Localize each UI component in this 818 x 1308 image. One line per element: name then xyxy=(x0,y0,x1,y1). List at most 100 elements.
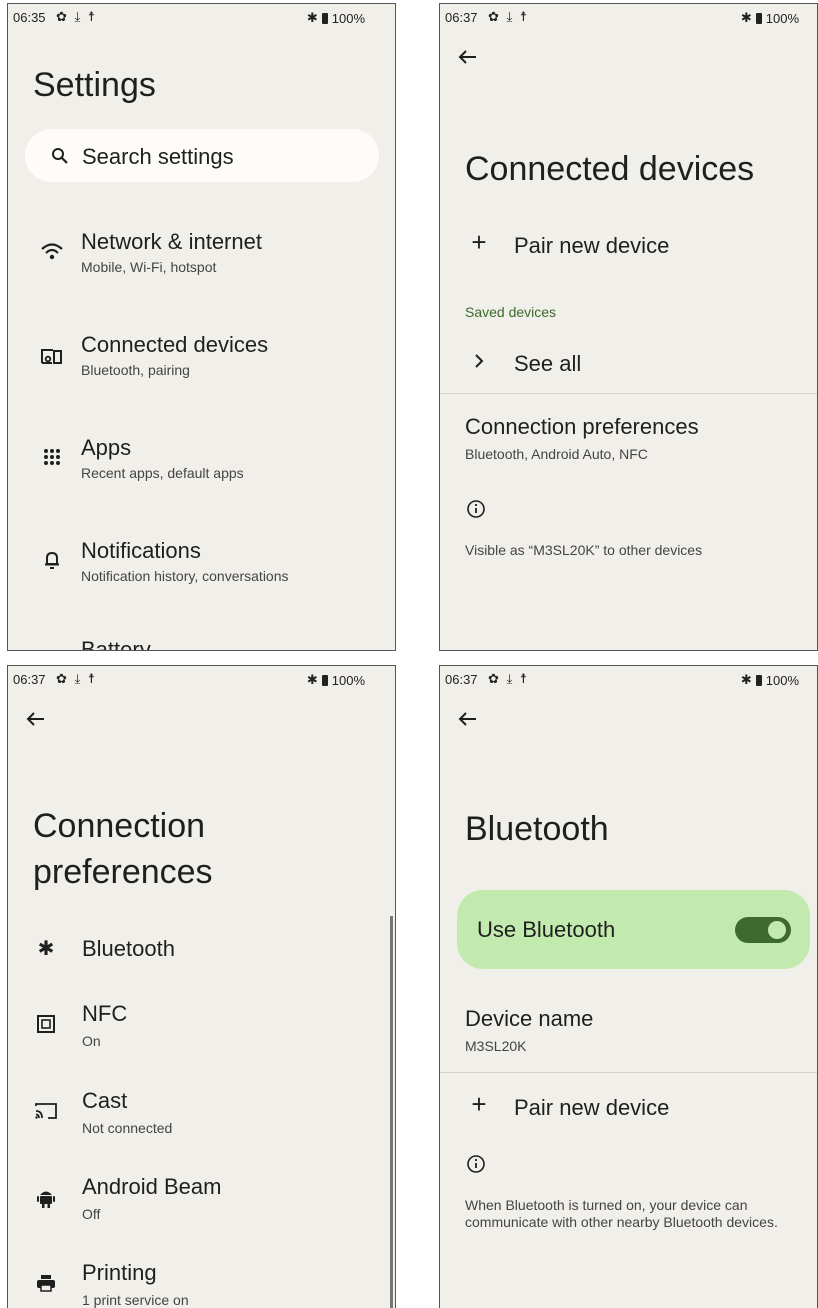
battery-percent: 100% xyxy=(331,10,365,26)
pair-new-device-label: Pair new device xyxy=(514,233,670,258)
status-time: 06:37 xyxy=(13,672,46,687)
bluetooth-status-icon: ✱ xyxy=(740,672,752,687)
visible-as-text: Visible as “M3SL20K” to other devices xyxy=(465,542,703,558)
plus-icon: + xyxy=(471,226,487,257)
search-placeholder: Search settings xyxy=(82,144,234,169)
devices-icon xyxy=(40,344,64,368)
bluetooth-screen: 06:37 ✿ ⤓ ☨ ✱ 100% Bluetooth Use Bluetoo… xyxy=(439,665,818,1308)
status-notification-icons: ✿ ⤓ ☨ xyxy=(56,671,97,686)
search-icon xyxy=(49,145,71,167)
plus-icon: + xyxy=(471,1088,487,1119)
bell-icon xyxy=(40,548,64,572)
battery-icon xyxy=(755,12,762,24)
pref-item-android-beam[interactable]: Android Beam Off xyxy=(8,1172,388,1232)
settings-item-subtitle: Bluetooth, pairing xyxy=(81,362,190,378)
settings-item-subtitle: Mobile, Wi-Fi, hotspot xyxy=(81,259,217,275)
settings-item-title: Apps xyxy=(81,435,132,460)
pref-item-title: Cast xyxy=(82,1088,128,1113)
connection-preferences-row[interactable]: Connection preferences Bluetooth, Androi… xyxy=(440,406,817,468)
status-time: 06:37 xyxy=(445,672,478,687)
settings-item-title: Network & internet xyxy=(81,229,262,254)
status-notification-icons: ✿ ⤓ ☨ xyxy=(488,9,529,24)
see-all-row[interactable]: See all xyxy=(440,337,817,387)
status-time: 06:37 xyxy=(445,10,478,25)
scrollbar[interactable] xyxy=(390,916,393,1308)
bluetooth-icon: ✱ xyxy=(37,937,55,960)
pref-item-title: Bluetooth xyxy=(82,936,175,961)
apps-grid-icon xyxy=(40,445,64,469)
info-icon xyxy=(465,498,487,520)
status-notification-icons: ✿ ⤓ ☨ xyxy=(488,671,529,686)
settings-item-apps[interactable]: Apps Recent apps, default apps xyxy=(8,425,395,495)
divider xyxy=(440,393,817,394)
pref-item-title: Android Beam xyxy=(82,1174,222,1199)
connected-devices-screen: 06:37 ✿ ⤓ ☨ ✱ 100% Connected devices + P… xyxy=(439,3,818,651)
battery-percent: 100% xyxy=(331,672,365,688)
page-title: Bluetooth xyxy=(465,810,609,848)
toggle-knob xyxy=(768,921,786,939)
battery-percent: 100% xyxy=(765,672,799,688)
pref-item-subtitle: 1 print service on xyxy=(82,1292,189,1308)
settings-item-subtitle: Recent apps, default apps xyxy=(81,465,244,481)
status-bar: 06:37 ✿ ⤓ ☨ ✱ 100% xyxy=(8,666,395,694)
status-bar: 06:37 ✿ ⤓ ☨ ✱ 100% xyxy=(440,4,817,32)
page-title-line1: Connection xyxy=(33,807,206,845)
page-title: Connected devices xyxy=(465,150,755,188)
back-arrow-icon[interactable] xyxy=(458,711,480,733)
settings-item-battery[interactable]: Battery xyxy=(81,637,151,650)
pref-item-bluetooth[interactable]: ✱ Bluetooth xyxy=(8,928,388,972)
connection-preferences-title: Connection preferences xyxy=(465,414,699,439)
settings-item-connected-devices[interactable]: Connected devices Bluetooth, pairing xyxy=(8,322,395,392)
bluetooth-status-icon: ✱ xyxy=(740,10,752,25)
pref-item-title: Printing xyxy=(82,1260,157,1285)
settings-item-notifications[interactable]: Notifications Notification history, conv… xyxy=(8,528,395,598)
saved-devices-header: Saved devices xyxy=(465,304,557,320)
pref-item-printing[interactable]: Printing 1 print service on xyxy=(8,1258,388,1308)
pref-item-subtitle: On xyxy=(82,1033,101,1049)
pair-new-device-row[interactable]: + Pair new device xyxy=(440,1081,817,1131)
connection-preferences-screen: 06:37 ✿ ⤓ ☨ ✱ 100% Connection preference… xyxy=(7,665,396,1308)
connection-preferences-subtitle: Bluetooth, Android Auto, NFC xyxy=(465,446,648,462)
status-bar: 06:35 ✿ ⤓ ☨ ✱ 100% xyxy=(8,4,395,32)
see-all-label: See all xyxy=(514,351,582,376)
pref-item-cast[interactable]: Cast Not connected xyxy=(8,1086,388,1146)
status-time: 06:35 xyxy=(13,10,46,25)
device-name-label: Device name xyxy=(465,1006,594,1031)
use-bluetooth-card[interactable]: Use Bluetooth xyxy=(457,890,810,969)
cast-icon xyxy=(34,1100,58,1122)
pref-item-title: NFC xyxy=(82,1001,128,1026)
settings-item-subtitle: Notification history, conversations xyxy=(81,568,289,584)
use-bluetooth-label: Use Bluetooth xyxy=(477,917,616,942)
printer-icon xyxy=(35,1272,57,1294)
bluetooth-info-text: When Bluetooth is turned on, your device… xyxy=(465,1197,778,1230)
settings-item-network[interactable]: Network & internet Mobile, Wi-Fi, hotspo… xyxy=(8,219,395,289)
nfc-icon xyxy=(35,1013,57,1035)
pair-new-device-label: Pair new device xyxy=(514,1095,670,1120)
battery-icon xyxy=(321,674,328,686)
chevron-right-icon xyxy=(470,351,488,371)
info-icon xyxy=(465,1153,487,1175)
back-arrow-icon[interactable] xyxy=(458,49,480,71)
pair-new-device-row[interactable]: + Pair new device xyxy=(440,219,817,269)
pref-item-nfc[interactable]: NFC On xyxy=(8,999,388,1059)
page-title-line2: preferences xyxy=(33,853,213,891)
wifi-icon xyxy=(40,239,64,263)
settings-item-title: Connected devices xyxy=(81,332,269,357)
status-notification-icons: ✿ ⤓ ☨ xyxy=(56,9,97,24)
page-title: Settings xyxy=(33,66,156,104)
battery-icon xyxy=(321,12,328,24)
pref-item-subtitle: Not connected xyxy=(82,1120,173,1136)
settings-item-title: Notifications xyxy=(81,538,201,563)
use-bluetooth-toggle[interactable] xyxy=(735,917,791,943)
status-bar: 06:37 ✿ ⤓ ☨ ✱ 100% xyxy=(440,666,817,694)
battery-percent: 100% xyxy=(765,10,799,26)
pref-item-subtitle: Off xyxy=(82,1206,101,1222)
device-name-row[interactable]: Device name M3SL20K xyxy=(440,1001,817,1061)
back-arrow-icon[interactable] xyxy=(26,711,48,733)
settings-screen: 06:35 ✿ ⤓ ☨ ✱ 100% Settings Search setti… xyxy=(7,3,396,651)
android-icon xyxy=(35,1186,57,1210)
device-name-value: M3SL20K xyxy=(465,1038,527,1054)
divider xyxy=(440,1072,817,1073)
search-bar[interactable]: Search settings xyxy=(25,129,379,182)
bluetooth-status-icon: ✱ xyxy=(306,672,318,687)
